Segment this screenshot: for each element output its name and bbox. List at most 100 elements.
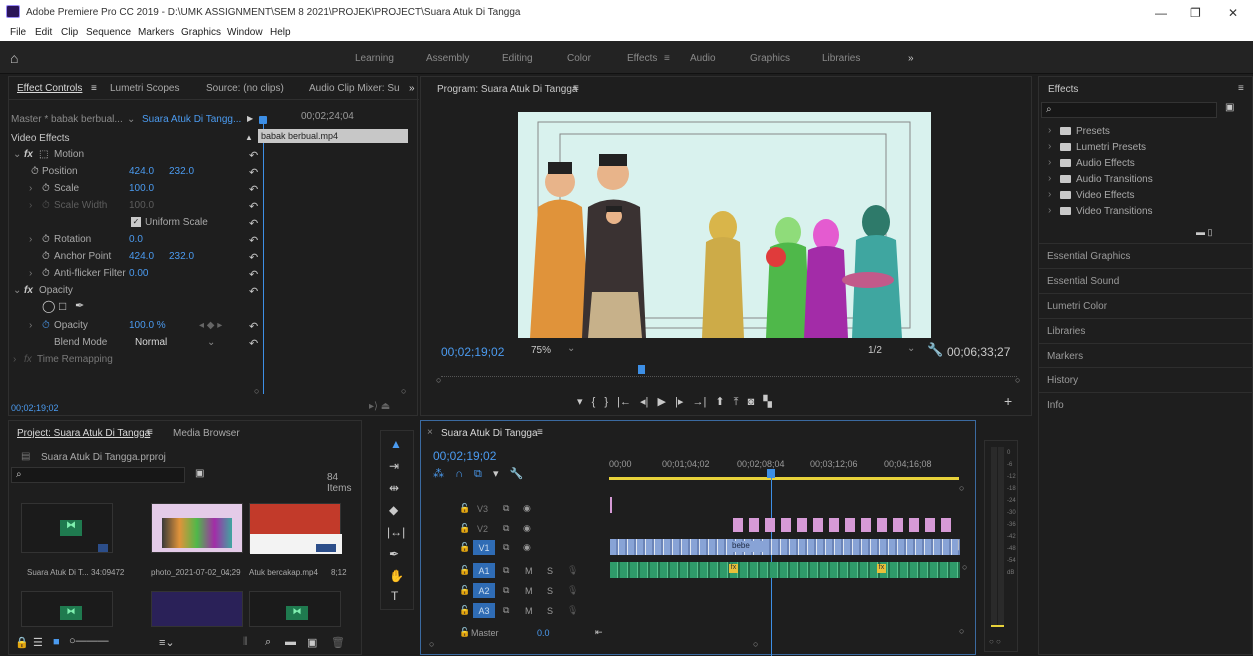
- new-folder-icon[interactable]: ▬ ▯: [1196, 227, 1212, 238]
- track-name[interactable]: V2: [477, 524, 488, 534]
- expand-chevron-icon[interactable]: ›: [13, 354, 16, 365]
- fx-badge[interactable]: fx: [729, 564, 738, 573]
- expand-chevron-icon[interactable]: ›: [29, 320, 32, 331]
- panel-markers[interactable]: Markers: [1038, 343, 1253, 367]
- antiflicker-value[interactable]: 0.00: [129, 268, 148, 279]
- nest-icon[interactable]: ⁂: [433, 468, 444, 480]
- track-name[interactable]: A2: [473, 583, 495, 598]
- program-time-ruler[interactable]: [441, 369, 1017, 377]
- position-x-value[interactable]: 424.0: [129, 166, 154, 177]
- reset-icon[interactable]: ↶: [249, 149, 258, 162]
- reset-icon[interactable]: ↶: [249, 320, 258, 333]
- automate-icon[interactable]: ⫴: [243, 636, 248, 649]
- add-button-icon[interactable]: +: [1004, 393, 1012, 409]
- panel-menu-icon[interactable]: ≡: [537, 427, 543, 438]
- sequence-clip-label[interactable]: Suara Atuk Di Tangg...: [142, 114, 241, 125]
- project-item-thumbnail-video[interactable]: [151, 591, 243, 627]
- rotation-value[interactable]: 0.0: [129, 234, 143, 245]
- lock-icon[interactable]: 🔒: [15, 636, 29, 649]
- reset-icon[interactable]: ↶: [249, 234, 258, 247]
- lock-icon[interactable]: 🔓: [459, 585, 470, 596]
- project-item-thumbnail-audio[interactable]: ⧓: [21, 503, 113, 553]
- timeline-title[interactable]: Suara Atuk Di Tangga: [441, 428, 538, 439]
- add-marker-icon[interactable]: ▾: [493, 468, 499, 480]
- zoom-handle-left-icon[interactable]: ○: [254, 386, 259, 396]
- wrench-settings-icon[interactable]: 🔧: [927, 342, 943, 358]
- reset-icon[interactable]: ↶: [249, 166, 258, 179]
- effects-folder-audio-transitions[interactable]: › Audio Transitions: [1048, 172, 1238, 188]
- mute-button[interactable]: M: [525, 606, 533, 616]
- uniform-scale-checkbox[interactable]: ✓: [131, 217, 141, 227]
- fx-badge[interactable]: fx: [877, 564, 886, 573]
- reset-icon[interactable]: ↶: [249, 285, 258, 298]
- tab-lumetri-scopes[interactable]: Lumetri Scopes: [110, 83, 179, 94]
- scale-value[interactable]: 100.0: [129, 183, 154, 194]
- stopwatch-icon[interactable]: ⏱: [42, 183, 50, 194]
- tab-media-browser[interactable]: Media Browser: [173, 428, 240, 439]
- workspace-editing[interactable]: Editing: [502, 53, 533, 64]
- expand-chevron-icon[interactable]: ›: [29, 268, 32, 279]
- zoom-handle-right-icon[interactable]: ○: [753, 639, 758, 649]
- sync-lock-icon[interactable]: ⧉: [503, 565, 509, 576]
- menu-graphics[interactable]: Graphics: [181, 27, 221, 38]
- stopwatch-icon[interactable]: ⏱: [31, 166, 39, 177]
- type-tool-icon[interactable]: T: [391, 589, 398, 603]
- project-item-thumbnail-audio-3[interactable]: ⧓: [249, 591, 341, 627]
- microphone-icon[interactable]: 🎙: [567, 585, 578, 596]
- menu-sequence[interactable]: Sequence: [86, 27, 131, 38]
- sort-icon[interactable]: ≡⌄: [159, 636, 175, 649]
- sync-lock-icon[interactable]: ⧉: [503, 542, 509, 553]
- sync-lock-icon[interactable]: ⧉: [503, 605, 509, 616]
- zoom-handle-right-icon[interactable]: ○: [1015, 375, 1020, 385]
- fx-badge-icon[interactable]: fx: [24, 354, 32, 365]
- project-item-thumbnail-audio-2[interactable]: ⧓: [21, 591, 113, 627]
- timeline-timecode[interactable]: 00;02;19;02: [433, 449, 496, 463]
- lock-icon[interactable]: 🔓: [459, 503, 470, 514]
- panel-essential-graphics[interactable]: Essential Graphics: [1038, 243, 1253, 267]
- keyframe-nav-icon[interactable]: ◂ ◆ ▸: [199, 320, 222, 331]
- timeline-settings-icon[interactable]: 🔧: [510, 468, 524, 480]
- new-item-icon[interactable]: ▣: [307, 636, 317, 649]
- tab-source[interactable]: Source: (no clips): [206, 83, 284, 94]
- v3-clip[interactable]: [610, 497, 612, 513]
- reset-icon[interactable]: ↶: [249, 183, 258, 196]
- track-name[interactable]: V3: [477, 504, 488, 514]
- home-icon[interactable]: ⌂: [10, 50, 18, 66]
- ellipse-mask-icon[interactable]: ◯: [42, 299, 55, 313]
- go-to-end-icon[interactable]: ⇤: [595, 627, 603, 638]
- minimize-button[interactable]: —: [1155, 6, 1167, 20]
- zoom-handle-left-icon[interactable]: ○: [436, 375, 441, 385]
- workspace-menu-icon[interactable]: ≡: [664, 53, 670, 64]
- tabs-more-button[interactable]: »: [409, 83, 415, 94]
- panel-history[interactable]: History: [1038, 367, 1253, 391]
- menu-window[interactable]: Window: [227, 27, 263, 38]
- stopwatch-icon[interactable]: ⏱: [42, 268, 50, 279]
- workspace-learning[interactable]: Learning: [355, 53, 394, 64]
- razor-tool-icon[interactable]: ◆: [389, 503, 398, 517]
- project-search-input[interactable]: ⌕: [11, 467, 185, 483]
- lock-icon[interactable]: 🔓: [459, 605, 470, 616]
- project-item-name[interactable]: photo_2021-07-02_0...: [151, 568, 232, 577]
- reset-icon[interactable]: ↶: [249, 251, 258, 264]
- comparison-view-icon[interactable]: ▚: [763, 396, 771, 408]
- blend-mode-select[interactable]: Normal: [135, 337, 167, 348]
- stopwatch-active-icon[interactable]: ⏱: [42, 320, 50, 331]
- lock-icon[interactable]: 🔓: [459, 523, 470, 534]
- ripple-edit-tool-icon[interactable]: ⇹: [389, 481, 399, 495]
- stopwatch-icon[interactable]: ⏱: [42, 200, 50, 211]
- list-view-icon[interactable]: ☰: [33, 636, 43, 649]
- ec-playhead[interactable]: [259, 116, 267, 124]
- clip-end-handle-icon[interactable]: ○: [962, 562, 967, 572]
- program-playhead[interactable]: [638, 365, 645, 374]
- position-y-value[interactable]: 232.0: [169, 166, 194, 177]
- bin-icon[interactable]: ▣: [195, 468, 204, 479]
- track-name[interactable]: A3: [473, 603, 495, 618]
- close-button[interactable]: ✕: [1228, 6, 1238, 20]
- step-forward-icon[interactable]: |▸: [675, 396, 683, 408]
- menu-edit[interactable]: Edit: [35, 27, 52, 38]
- mute-button[interactable]: M: [525, 586, 533, 596]
- mark-out-icon[interactable]: }: [604, 396, 608, 408]
- chevron-down-icon[interactable]: ⌄: [907, 343, 915, 354]
- scroll-handle-icon[interactable]: ○: [959, 626, 964, 636]
- panel-libraries[interactable]: Libraries: [1038, 318, 1253, 342]
